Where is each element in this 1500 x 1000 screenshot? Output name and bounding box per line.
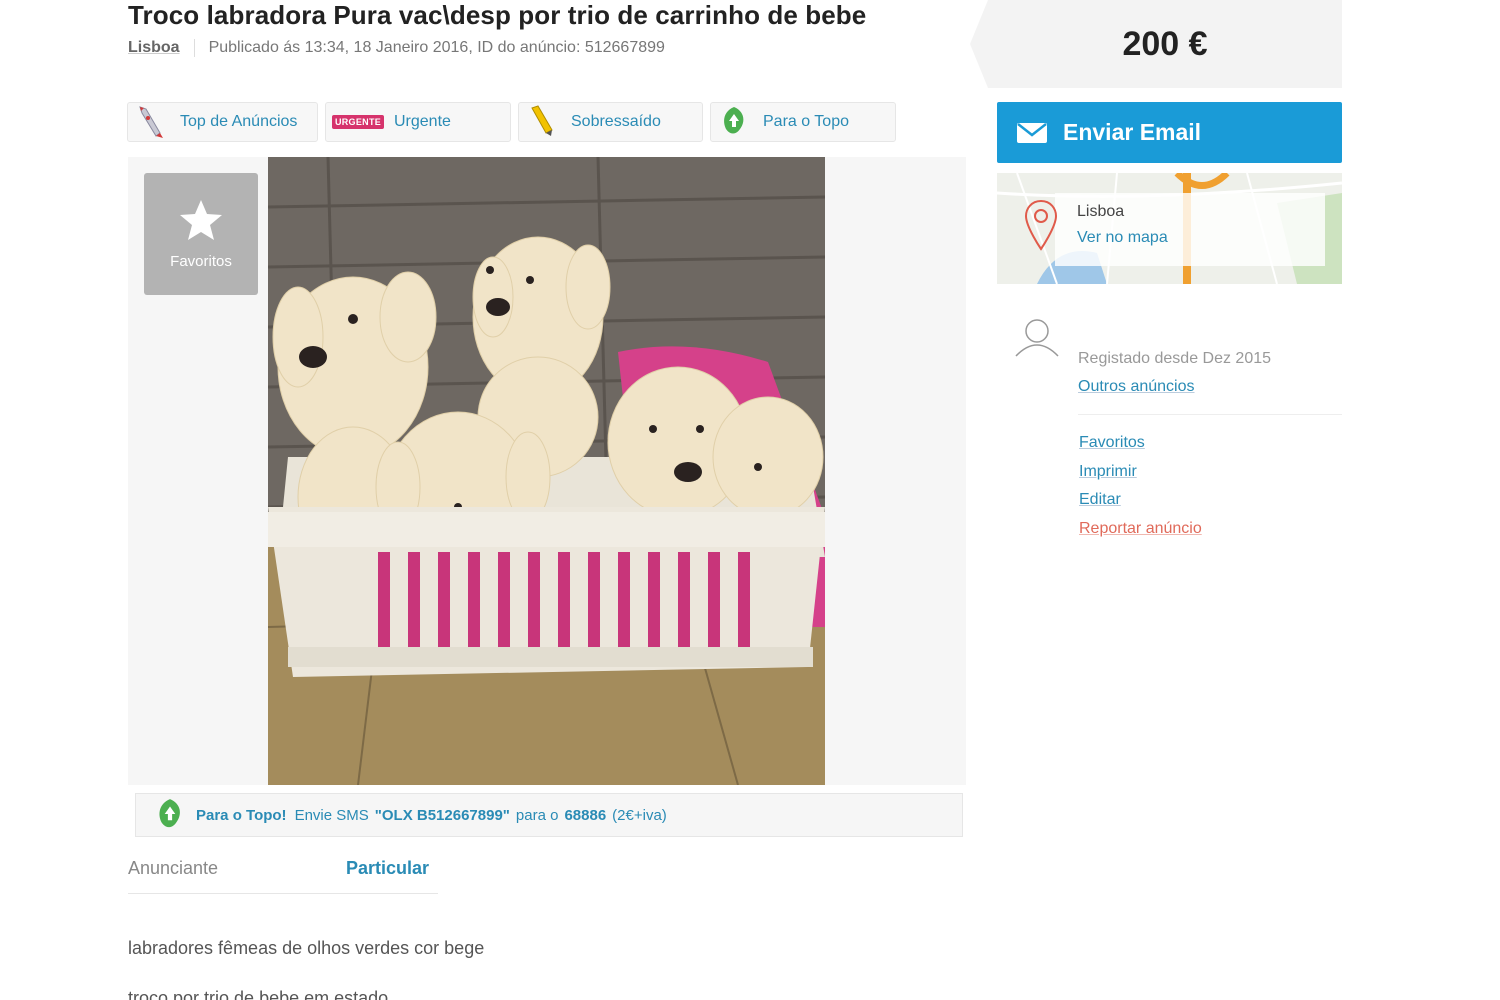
to-top-button[interactable]: Para o Topo xyxy=(710,102,896,142)
highlighter-pen-icon xyxy=(525,105,559,139)
edit-link[interactable]: Editar xyxy=(1079,491,1121,509)
sms-text1: Envie SMS xyxy=(294,806,369,824)
map-city: Lisboa xyxy=(1077,203,1125,220)
sms-code: "OLX B512667899" xyxy=(374,806,510,824)
star-icon xyxy=(180,199,222,240)
highlight-label: Sobressaído xyxy=(571,113,661,130)
sms-promo-bar: Para o Topo! Envie SMS "OLX B512667899" … xyxy=(135,793,963,837)
divider xyxy=(1078,414,1342,415)
send-email-label: Enviar Email xyxy=(1063,119,1202,145)
description-line: troco por trio de bebe em estado xyxy=(128,988,389,1000)
view-map-link[interactable]: Ver no mapa xyxy=(1077,229,1168,247)
report-ad-link[interactable]: Reportar anúncio xyxy=(1079,520,1202,538)
green-leaf-arrow-icon xyxy=(150,795,190,835)
other-ads-link[interactable]: Outros anúncios xyxy=(1078,378,1195,396)
map-pin-icon xyxy=(1024,199,1058,251)
registered-since: Registado desde Dez 2015 xyxy=(1078,350,1272,367)
urgent-label: Urgente xyxy=(394,113,451,130)
sms-price-note: (2€+iva) xyxy=(612,806,667,824)
price-box: 200 € xyxy=(970,0,1342,88)
favorites-link[interactable]: Favoritos xyxy=(1079,434,1145,452)
photo-gallery: Favoritos xyxy=(128,157,966,785)
map-preview[interactable]: Lisboa Ver no mapa xyxy=(997,173,1342,284)
top-ads-label: Top de Anúncios xyxy=(180,113,298,130)
user-icon xyxy=(1015,319,1059,357)
to-top-label: Para o Topo xyxy=(763,113,849,130)
urgente-tag-icon: URGENTE xyxy=(331,105,385,139)
price-value: 200 € xyxy=(1122,24,1208,63)
sms-number: 68886 xyxy=(564,806,607,824)
urgent-button[interactable]: URGENTE Urgente xyxy=(325,102,511,142)
print-link[interactable]: Imprimir xyxy=(1079,463,1137,481)
ad-photo[interactable] xyxy=(268,157,825,785)
description-line: labradores fêmeas de olhos verdes cor be… xyxy=(128,938,485,958)
top-ads-button[interactable]: Top de Anúncios xyxy=(127,102,318,142)
favorite-label: Favoritos xyxy=(170,252,232,270)
green-leaf-arrow-icon xyxy=(717,105,751,139)
ad-meta: Lisboa Publicado ás 13:34, 18 Janeiro 20… xyxy=(128,39,665,57)
published-info: Publicado ás 13:34, 18 Janeiro 2016, ID … xyxy=(208,39,665,56)
meta-divider xyxy=(193,39,195,57)
highlight-button[interactable]: Sobressaído xyxy=(518,102,703,142)
envelope-icon xyxy=(1017,122,1047,143)
advertiser-value: Particular xyxy=(346,858,430,878)
divider xyxy=(128,893,438,894)
ad-page: Troco labradora Pura vac\desp por trio d… xyxy=(0,0,1500,1000)
ad-title: Troco labradora Pura vac\desp por trio d… xyxy=(128,0,867,30)
rocket-icon xyxy=(134,105,168,139)
advertiser-label: Anunciante xyxy=(128,858,219,878)
send-email-button[interactable]: Enviar Email xyxy=(997,102,1342,163)
favorite-button[interactable]: Favoritos xyxy=(144,173,258,295)
sms-lead[interactable]: Para o Topo! xyxy=(196,807,287,824)
location-link[interactable]: Lisboa xyxy=(128,39,180,57)
sms-text2: para o xyxy=(515,806,559,824)
